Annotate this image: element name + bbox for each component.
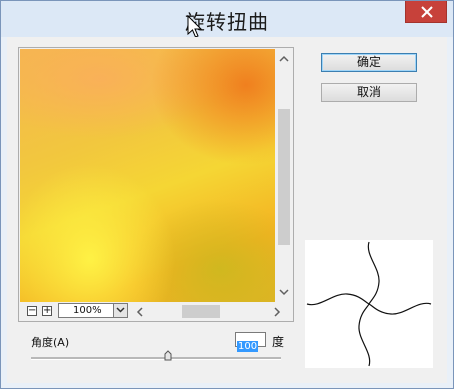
- dialog-title: 旋转扭曲: [185, 10, 269, 34]
- preview-image[interactable]: [20, 49, 275, 302]
- dialog-body: − + 100% 确定 取消 角度(A) 100 度: [7, 37, 447, 383]
- angle-unit-label: 度: [272, 335, 285, 349]
- close-icon: [421, 6, 433, 18]
- ok-button[interactable]: 确定: [321, 53, 417, 72]
- preview-toolbar: − + 100%: [20, 303, 292, 320]
- vertical-scroll-thumb[interactable]: [278, 109, 290, 245]
- close-button[interactable]: [405, 1, 447, 23]
- angle-value: 100: [237, 341, 259, 352]
- mouse-cursor-icon: [187, 15, 203, 38]
- title-bar[interactable]: 旋转扭曲: [1, 1, 453, 38]
- twirl-thumbnail: [305, 240, 433, 368]
- cancel-button[interactable]: 取消: [321, 83, 417, 102]
- vertical-scrollbar[interactable]: [276, 49, 292, 302]
- angle-label: 角度(A): [31, 336, 70, 349]
- scroll-up-arrow-icon[interactable]: [279, 55, 289, 62]
- zoom-dropdown-button[interactable]: [113, 303, 128, 318]
- angle-slider-track[interactable]: [31, 357, 281, 360]
- twirl-pattern-icon: [306, 241, 432, 367]
- scroll-left-arrow-icon[interactable]: [136, 307, 143, 317]
- scroll-right-arrow-icon[interactable]: [274, 307, 281, 317]
- preview-panel: − + 100%: [18, 47, 294, 322]
- zoom-out-button[interactable]: −: [27, 306, 37, 316]
- angle-slider-thumb[interactable]: [164, 350, 172, 361]
- horizontal-scroll-thumb[interactable]: [182, 305, 220, 318]
- twirl-dialog: 旋转扭曲 − + 100% 确定 取消 角度(A) 100 度: [0, 0, 454, 389]
- angle-input[interactable]: 100: [235, 332, 266, 352]
- scroll-down-arrow-icon[interactable]: [279, 289, 289, 296]
- zoom-in-button[interactable]: +: [42, 306, 52, 316]
- chevron-down-icon: [116, 307, 125, 313]
